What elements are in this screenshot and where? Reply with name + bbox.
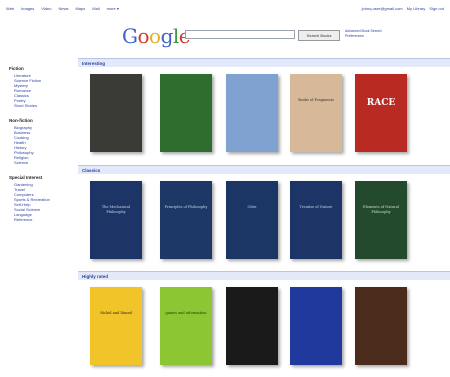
book-row: The Mechanical Philosophy Principles of P…	[78, 181, 450, 271]
book-cover[interactable]: Books of Fragments	[290, 74, 342, 152]
book-cover[interactable]	[226, 74, 278, 152]
sidebar-group: Non-fiction Biography Business Cooking Healt…	[9, 118, 71, 165]
book-title: The Mechanical Philosophy	[101, 205, 131, 214]
book-title: Nickel and Dimed	[100, 311, 132, 315]
book-cover[interactable]	[226, 287, 278, 365]
sidebar-group-title: Special Interest	[9, 175, 43, 180]
account-links: johnq.user@gmail.com My Library Sign out	[358, 6, 444, 11]
section-header: Highly rated	[78, 271, 450, 280]
sidebar-group: Special Interest Gardening Travel Computers…	[9, 175, 71, 222]
top-nav-link[interactable]: News	[58, 6, 68, 11]
google-logo[interactable]: Google	[122, 24, 191, 48]
book-cover[interactable]	[160, 74, 212, 152]
sidebar-category-link[interactable]: Reference	[9, 217, 71, 222]
top-nav-link[interactable]: Mail	[92, 6, 99, 11]
book-title: RACE	[366, 98, 396, 108]
search-input[interactable]	[185, 30, 295, 39]
book-cover[interactable]	[355, 287, 407, 365]
sidebar-group-title: Fiction	[9, 66, 24, 71]
sidebar-group: Fiction Literature Science Fiction Mystery R…	[9, 66, 71, 108]
top-nav: Web Images Video News Maps Mail more ▾	[6, 6, 126, 11]
top-nav-link[interactable]: Web	[6, 6, 14, 11]
book-title: games and information	[165, 311, 207, 315]
advanced-links: Advanced Book Search Preferences	[345, 29, 382, 39]
account-link[interactable]: My Library	[407, 6, 426, 11]
book-cover[interactable]: Elements of Natural Philosophy	[355, 181, 407, 259]
book-cover[interactable]: Odes	[226, 181, 278, 259]
book-cover[interactable]	[290, 287, 342, 365]
search-books-button[interactable]: Search Books	[298, 30, 340, 41]
book-title: Elements of Natural Philosophy	[363, 205, 399, 214]
book-title: Treatise of Nature	[299, 205, 333, 209]
book-title: Odes	[247, 205, 257, 209]
top-nav-link[interactable]: more ▾	[107, 6, 119, 11]
section-header: Interesting	[78, 58, 450, 67]
book-cover[interactable]: games and information	[160, 287, 212, 365]
top-nav-link[interactable]: Images	[21, 6, 34, 11]
sidebar-category-link[interactable]: Short Stories	[9, 103, 71, 108]
book-cover[interactable]	[90, 74, 142, 152]
top-nav-link[interactable]: Video	[41, 6, 51, 11]
book-cover[interactable]: Nickel and Dimed	[90, 287, 142, 365]
advanced-search-link[interactable]: Preferences	[345, 34, 382, 39]
section-header: Classics	[78, 165, 450, 174]
book-title: Books of Fragments	[298, 98, 334, 102]
sidebar-group-title: Non-fiction	[9, 118, 33, 123]
book-title: Principles of Philosophy	[164, 205, 208, 209]
account-link[interactable]: johnq.user@gmail.com	[362, 6, 403, 11]
book-row: Nickel and Dimed games and information	[78, 287, 450, 377]
book-cover[interactable]: RACE	[355, 74, 407, 152]
book-cover[interactable]: Principles of Philosophy	[160, 181, 212, 259]
category-sidebar: Fiction Literature Science Fiction Mystery R…	[9, 66, 71, 232]
sidebar-category-link[interactable]: Science	[9, 160, 71, 165]
book-cover[interactable]: Treatise of Nature	[290, 181, 342, 259]
account-link[interactable]: Sign out	[429, 6, 444, 11]
book-cover[interactable]: The Mechanical Philosophy	[90, 181, 142, 259]
book-row: Books of Fragments RACE	[78, 74, 450, 164]
top-nav-link[interactable]: Maps	[75, 6, 85, 11]
